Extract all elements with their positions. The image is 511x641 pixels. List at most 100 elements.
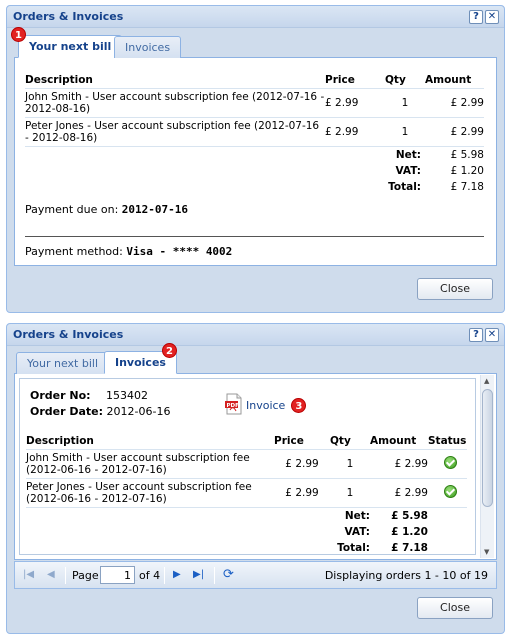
net-value: £ 5.98 xyxy=(391,510,428,522)
paid-check-icon xyxy=(444,485,457,498)
window-title: Orders & Invoices xyxy=(13,328,124,341)
order-no: Order No: 153402 xyxy=(30,389,148,402)
table-header-row: Description Price Qty Amount Status xyxy=(26,433,467,450)
tab-invoices[interactable]: Invoices xyxy=(114,36,182,58)
tab-strip: Your next bill Invoices xyxy=(14,346,497,374)
totals-row-net: Net: £ 5.98 xyxy=(25,147,484,164)
tab-your-next-bill[interactable]: Your next bill xyxy=(18,35,123,58)
vat-label: VAT: xyxy=(395,165,421,177)
col-price: Price xyxy=(325,72,385,89)
paging-display-text: Displaying orders 1 - 10 of 19 xyxy=(324,569,488,582)
pdf-icon: PDF xyxy=(224,393,244,418)
page-label: Page xyxy=(72,569,99,582)
totals-row-vat: VAT: £ 1.20 xyxy=(26,524,467,540)
toolbar-separator xyxy=(164,567,165,584)
col-amount: Amount xyxy=(370,433,428,450)
toolbar-separator xyxy=(65,567,66,584)
previous-page-icon[interactable]: ◀ xyxy=(47,569,55,580)
row-description: John Smith - User account subscription f… xyxy=(25,88,325,118)
scrollbar-thumb[interactable] xyxy=(482,389,493,507)
col-status: Status xyxy=(428,433,467,450)
col-price: Price xyxy=(274,433,330,450)
callout-badge-1: 1 xyxy=(11,27,26,42)
col-qty: Qty xyxy=(385,72,425,89)
row-qty: 1 xyxy=(385,117,425,147)
totals-row-vat: VAT: £ 1.20 xyxy=(25,163,484,179)
payment-method-value: Visa - **** 4002 xyxy=(126,245,233,258)
paid-check-icon xyxy=(444,456,457,469)
net-label: Net: xyxy=(344,510,370,522)
tab-strip: Your next bill Invoices xyxy=(14,30,497,58)
table-row: Peter Jones - User account subscription … xyxy=(26,478,467,508)
table-header-row: Description Price Qty Amount xyxy=(25,72,484,89)
first-page-icon[interactable]: |◀ xyxy=(23,569,34,580)
close-button[interactable]: Close xyxy=(417,278,493,300)
help-button[interactable]: ? xyxy=(469,10,483,24)
scroll-up-arrow-icon[interactable]: ▲ xyxy=(484,377,489,385)
payment-method: Payment method: Visa - **** 4002 xyxy=(25,236,484,258)
total-label: Total: xyxy=(337,542,370,554)
total-label: Total: xyxy=(388,181,421,193)
toolbar-separator xyxy=(214,567,215,584)
window-titlebar[interactable]: Orders & Invoices ? ✕ xyxy=(7,6,504,28)
row-qty: 1 xyxy=(330,449,370,479)
table-row: Peter Jones - User account subscription … xyxy=(25,117,484,147)
row-price: £ 2.99 xyxy=(274,478,330,508)
totals-row-net: Net: £ 5.98 xyxy=(26,508,467,525)
order-no-value: 153402 xyxy=(106,389,149,402)
net-value: £ 5.98 xyxy=(450,149,484,161)
order-no-label: Order No: xyxy=(30,389,91,402)
row-amount: £ 2.99 xyxy=(425,88,484,118)
last-page-icon[interactable]: ▶| xyxy=(193,569,204,580)
orders-invoices-window-next-bill: Orders & Invoices ? ✕ Your next bill Inv… xyxy=(6,5,505,313)
payment-method-label: Payment method: xyxy=(25,245,123,258)
invoices-panel: Order No: 153402 Order Date: 2012-06-16 … xyxy=(14,374,497,560)
col-description: Description xyxy=(26,433,274,450)
vertical-scrollbar[interactable]: ▲ ▼ xyxy=(480,375,494,558)
close-button[interactable]: Close xyxy=(417,597,493,619)
order-date: Order Date: 2012-06-16 xyxy=(30,405,170,418)
order-header: Order No: 153402 Order Date: 2012-06-16 … xyxy=(26,389,467,433)
payment-due: Payment due on: 2012-07-16 xyxy=(25,203,484,216)
col-amount: Amount xyxy=(425,72,484,89)
callout-badge-2: 2 xyxy=(162,343,177,358)
table-row: John Smith - User account subscription f… xyxy=(25,88,484,118)
invoice-table: Description Price Qty Amount Status John… xyxy=(26,433,467,554)
refresh-icon[interactable]: ⟳ xyxy=(223,567,234,582)
page-number-input[interactable] xyxy=(100,566,135,584)
tab-your-next-bill[interactable]: Your next bill xyxy=(16,352,109,374)
invoice-record: Order No: 153402 Order Date: 2012-06-16 … xyxy=(19,378,476,555)
row-price: £ 2.99 xyxy=(325,88,385,118)
payment-due-value: 2012-07-16 xyxy=(121,203,189,216)
vat-value: £ 1.20 xyxy=(450,165,484,177)
vat-value: £ 1.20 xyxy=(391,526,428,538)
scroll-down-arrow-icon[interactable]: ▼ xyxy=(484,548,489,556)
order-date-value: 2012-06-16 xyxy=(106,405,171,418)
row-status xyxy=(428,449,467,479)
window-titlebar[interactable]: Orders & Invoices ? ✕ xyxy=(7,324,504,346)
invoice-link-label[interactable]: Invoice xyxy=(246,399,285,412)
close-window-button[interactable]: ✕ xyxy=(485,328,499,342)
callout-badge-3: 3 xyxy=(291,398,307,413)
help-button[interactable]: ? xyxy=(469,328,483,342)
vat-label: VAT: xyxy=(344,526,370,538)
next-page-icon[interactable]: ▶ xyxy=(173,569,181,580)
total-value: £ 7.18 xyxy=(391,542,428,554)
row-amount: £ 2.99 xyxy=(425,117,484,147)
row-price: £ 2.99 xyxy=(274,449,330,479)
row-status xyxy=(428,478,467,508)
close-window-button[interactable]: ✕ xyxy=(485,10,499,24)
row-description: Peter Jones - User account subscription … xyxy=(25,117,325,147)
table-row: John Smith - User account subscription f… xyxy=(26,449,467,479)
row-description: Peter Jones - User account subscription … xyxy=(26,478,274,508)
row-amount: £ 2.99 xyxy=(370,478,428,508)
row-description: John Smith - User account subscription f… xyxy=(26,449,274,479)
col-qty: Qty xyxy=(330,433,370,450)
invoice-link[interactable]: PDF Invoice 3 xyxy=(224,393,307,418)
total-value: £ 7.18 xyxy=(450,181,484,193)
row-amount: £ 2.99 xyxy=(370,449,428,479)
row-qty: 1 xyxy=(385,88,425,118)
next-bill-table: Description Price Qty Amount John Smith … xyxy=(25,72,484,195)
col-description: Description xyxy=(25,72,325,89)
row-qty: 1 xyxy=(330,478,370,508)
